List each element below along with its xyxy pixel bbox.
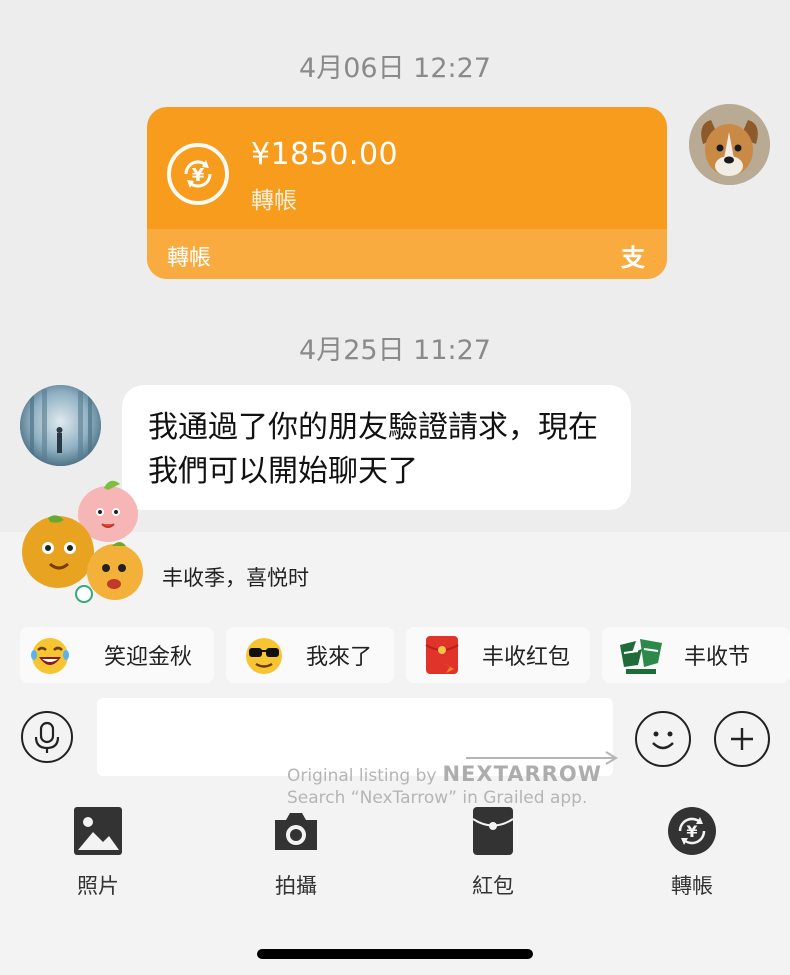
transfer-card-footer: 轉帳 支 bbox=[147, 229, 667, 279]
scenery-avatar-icon bbox=[20, 385, 101, 466]
watermark-line-2: Search “NexTarrow” in Grailed app. bbox=[287, 788, 588, 808]
tool-red-envelope[interactable]: 紅包 bbox=[433, 806, 553, 902]
emoji-button[interactable] bbox=[635, 711, 691, 767]
quick-chip-label: 丰收红包 bbox=[482, 645, 571, 670]
transfer-footer-label: 轉帳 bbox=[167, 246, 212, 271]
transfer-icon: ¥ bbox=[668, 807, 716, 855]
watermark-line-1: Original listing by NEXTARROW bbox=[287, 762, 602, 786]
transfer-card[interactable]: ¥ ¥1850.00 轉帳 轉帳 支 bbox=[147, 107, 667, 279]
sunglasses-emoji-icon bbox=[246, 638, 282, 674]
quick-chip-label: 笑迎金秋 bbox=[104, 645, 193, 670]
timestamp-1: 4月06日 12:27 bbox=[299, 53, 491, 84]
plus-icon bbox=[731, 728, 753, 750]
message-bubble[interactable]: 我通過了你的朋友驗證請求，現在我們可以開始聊天了 bbox=[122, 385, 631, 510]
more-button[interactable] bbox=[714, 711, 770, 767]
red-packet-icon bbox=[425, 636, 459, 674]
tool-photo[interactable]: 照片 bbox=[38, 806, 158, 902]
transfer-card-top: ¥ ¥1850.00 轉帳 bbox=[147, 107, 667, 229]
avatar[interactable] bbox=[689, 104, 770, 185]
transfer-label: 轉帳 bbox=[251, 188, 297, 214]
transfer-coin-icon: ¥ bbox=[167, 143, 229, 205]
timestamp-2: 4月25日 11:27 bbox=[299, 335, 491, 366]
watermark-brand: NEXTARROW bbox=[442, 762, 602, 786]
harvest-mascot-icon bbox=[22, 480, 143, 603]
quick-chip-4[interactable]: 丰收节 bbox=[602, 627, 790, 683]
tool-label: 轉帳 bbox=[671, 874, 713, 898]
smiley-icon bbox=[652, 731, 674, 750]
microphone-icon bbox=[34, 721, 60, 753]
camera-icon bbox=[275, 813, 317, 850]
laughing-emoji-icon bbox=[31, 638, 69, 674]
tool-label: 紅包 bbox=[472, 874, 514, 898]
quick-chip-label: 我來了 bbox=[306, 645, 373, 670]
avatar[interactable] bbox=[20, 385, 101, 466]
photo-icon bbox=[74, 807, 122, 855]
quick-chip-label: 丰收节 bbox=[684, 645, 751, 670]
tool-transfer[interactable]: ¥ 轉帳 bbox=[632, 806, 752, 902]
yuanqi-sticker-icon bbox=[620, 639, 662, 674]
tool-label: 拍攝 bbox=[275, 874, 317, 898]
tool-camera[interactable]: 拍攝 bbox=[236, 806, 356, 902]
voice-button[interactable] bbox=[21, 711, 73, 763]
quick-chip-1[interactable]: 笑迎金秋 bbox=[20, 627, 214, 683]
svg-text:¥: ¥ bbox=[686, 822, 697, 841]
promo-text: 丰收季，喜悦时 bbox=[162, 566, 309, 590]
dog-avatar-icon bbox=[689, 104, 770, 185]
svg-text:¥: ¥ bbox=[192, 165, 205, 186]
alipay-icon: 支 bbox=[621, 244, 645, 272]
transfer-amount: ¥1850.00 bbox=[251, 137, 399, 172]
red-envelope-icon bbox=[472, 807, 514, 855]
tool-label: 照片 bbox=[77, 874, 119, 898]
quick-chip-2[interactable]: 我來了 bbox=[226, 627, 394, 683]
watermark-prefix: Original listing by bbox=[287, 766, 437, 786]
quick-chip-3[interactable]: 丰收红包 bbox=[406, 627, 590, 683]
home-indicator[interactable] bbox=[257, 949, 533, 959]
